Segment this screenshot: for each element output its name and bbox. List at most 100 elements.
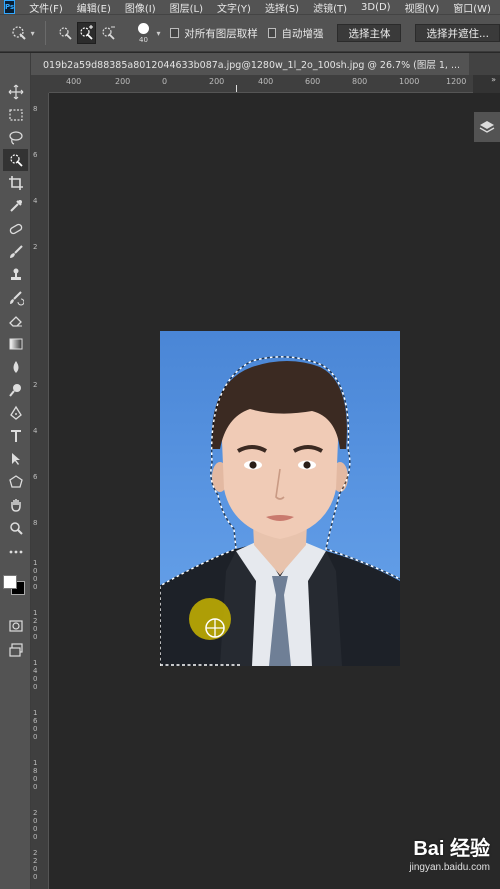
history-brush-tool-button[interactable] [3,287,28,309]
more-tools-button[interactable] [3,541,28,563]
new-selection-button[interactable] [55,22,74,44]
brush-picker[interactable]: 40 [132,22,154,44]
panel-collapse-toggle[interactable]: » [473,75,500,93]
brush-size-value: 40 [139,35,148,44]
lasso-tool-button[interactable] [3,127,28,149]
subtract-from-selection-button[interactable] [99,22,118,44]
lasso-icon [8,131,23,145]
move-tool-button[interactable] [3,81,28,103]
select-subject-button[interactable]: 选择主体 [337,24,402,42]
canvas-area[interactable] [49,93,473,889]
color-swatches[interactable] [3,569,27,597]
menu-edit[interactable]: 编辑(E) [77,0,111,15]
ruler-label: 4 [33,427,38,435]
menu-type[interactable]: 文字(Y) [217,0,251,15]
tool-preset-picker[interactable] [10,22,29,44]
type-tool-button[interactable] [3,425,28,447]
ruler-label: 1200 [33,609,38,641]
hand-tool-button[interactable] [3,494,28,516]
eyedropper-tool-button[interactable] [3,195,28,217]
brush-tip-icon [137,22,149,34]
dodge-tool-button[interactable] [3,379,28,401]
move-icon [8,84,23,100]
document-tab[interactable]: 019b2a59d88385a8012044633b087a.jpg@1280w… [31,53,469,75]
left-pupil [249,461,257,469]
layers-panel-button[interactable] [474,112,500,142]
healing-brush-tool-button[interactable] [3,218,28,240]
ruler-label: 2 [33,381,38,389]
watermark-url: jingyan.baidu.com [409,862,490,873]
ruler-label: 8 [33,105,38,113]
ruler-label: 1600 [33,709,38,741]
ruler-label: 6 [33,151,38,159]
baidu-jingyan-watermark: Bai 经验 jingyan.baidu.com [380,832,490,882]
menu-bar: Ps 文件(F) 编辑(E) 图像(I) 图层(L) 文字(Y) 选择(S) 滤… [0,0,500,14]
menu-select[interactable]: 选择(S) [265,0,299,15]
photoshop-logo-icon[interactable]: Ps [4,0,16,14]
watermark-logo-text: Bai 经验 [413,838,490,860]
blur-tool-button[interactable] [3,356,28,378]
right-pupil [303,461,311,469]
quick-selection-add-icon [80,25,94,40]
shape-tool-button[interactable] [3,471,28,493]
marquee-tool-button[interactable] [3,104,28,126]
vertical-ruler[interactable]: 8 6 4 2 2 4 6 8 1000 1200 1400 1600 1800… [31,93,49,889]
layers-icon [479,121,495,133]
ruler-label: 6 [33,473,38,481]
quick-selection-icon [9,154,23,167]
quick-mask-icon [8,620,23,632]
ruler-label: 600 [305,77,321,86]
water-drop-icon [13,361,18,373]
sample-all-layers-checkbox[interactable] [170,28,180,38]
bandage-icon [9,223,22,235]
ruler-label: 1000 [399,77,420,86]
select-and-mask-button[interactable]: 选择并遮住... [415,24,500,42]
brush-tool-button[interactable] [3,241,28,263]
hand-icon [10,499,21,512]
polygon-icon [8,475,23,488]
menu-filter[interactable]: 滤镜(T) [313,0,347,15]
ruler-label: 0 [162,77,168,86]
crop-tool-button[interactable] [3,172,28,194]
quick-mask-button[interactable] [3,615,28,637]
brush-chevron-down-icon[interactable]: ▾ [156,29,160,38]
ruler-label: 800 [352,77,368,86]
menu-image[interactable]: 图像(I) [125,0,156,15]
menu-view[interactable]: 视图(V) [405,0,440,15]
right-panel-dock [473,93,500,889]
brush-icon [9,245,23,258]
menu-window[interactable]: 窗口(W) [453,0,491,15]
path-selection-tool-button[interactable] [3,448,28,470]
ruler-label: 200 [115,77,131,86]
ruler-marker [236,85,237,92]
chevron-down-icon[interactable]: ▾ [31,29,35,38]
zoom-tool-button[interactable] [3,517,28,539]
magnifier-icon [9,522,23,535]
screen-mode-icon [8,643,23,657]
tools-panel [0,53,31,889]
menu-file[interactable]: 文件(F) [29,0,63,15]
gradient-tool-button[interactable] [3,333,28,355]
clone-stamp-tool-button[interactable] [3,264,28,286]
quick-selection-tool-button[interactable] [3,149,28,171]
ruler-label: 1000 [33,559,38,591]
menu-layer[interactable]: 图层(L) [170,0,203,15]
rectangular-marquee-icon [8,109,23,121]
ruler-label: 2200 [33,849,38,881]
add-to-selection-button[interactable] [77,22,96,44]
auto-enhance-label: 自动增强 [281,27,324,40]
ruler-label: 1800 [33,759,38,791]
menu-3d[interactable]: 3D(D) [361,2,391,13]
eraser-tool-button[interactable] [3,310,28,332]
quick-selection-new-icon [59,27,72,40]
foreground-color-swatch[interactable] [3,575,17,589]
document-image[interactable] [160,331,400,666]
screen-mode-button[interactable] [3,639,28,661]
eyedropper-icon [9,200,22,212]
horizontal-ruler[interactable]: 400 200 0 200 400 600 800 1000 1200 [49,75,473,93]
pen-tool-button[interactable] [3,402,28,424]
ruler-label: 2000 [33,809,38,841]
auto-enhance-checkbox[interactable] [267,28,277,38]
ruler-corner[interactable] [31,75,49,93]
type-icon [10,430,21,442]
